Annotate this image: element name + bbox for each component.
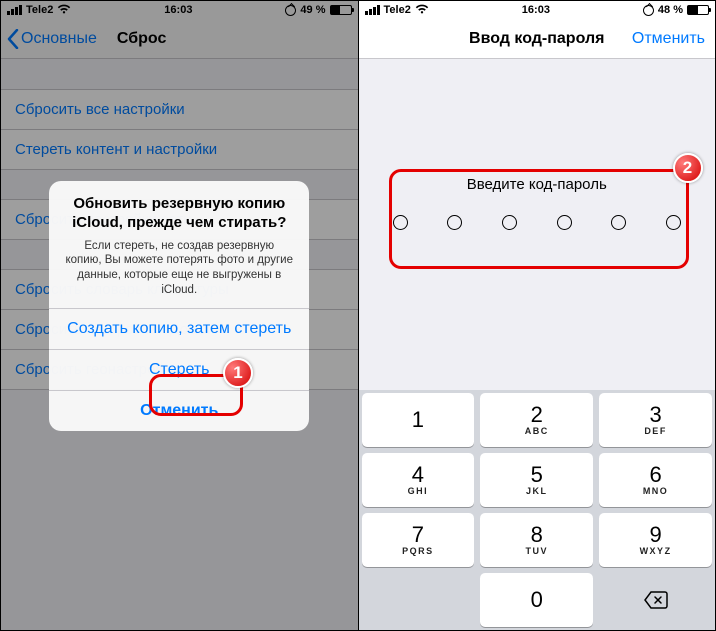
action-sheet: Обновить резервную копию iCloud, прежде … bbox=[49, 181, 309, 431]
sheet-body: Если стереть, не создав резервную копию,… bbox=[65, 239, 293, 299]
key-4[interactable]: 4GHI bbox=[362, 453, 475, 507]
step-badge-2: 2 bbox=[673, 153, 703, 183]
screen-reset: Tele2 16:03 49 % Основные Сброс Сбросить… bbox=[1, 1, 358, 630]
key-7[interactable]: 7PQRS bbox=[362, 513, 475, 567]
cancel-button[interactable]: Отменить bbox=[49, 390, 309, 431]
signal-icon bbox=[365, 5, 380, 15]
status-bar: Tele2 16:03 48 % bbox=[359, 1, 716, 19]
passcode-prompt: Введите код-пароль bbox=[375, 176, 700, 193]
key-9[interactable]: 9WXYZ bbox=[599, 513, 712, 567]
erase-button[interactable]: Стереть bbox=[49, 349, 309, 390]
cancel-button[interactable]: Отменить bbox=[632, 30, 715, 48]
passcode-area: Введите код-пароль bbox=[375, 176, 700, 230]
key-6[interactable]: 6MNO bbox=[599, 453, 712, 507]
carrier: Tele2 bbox=[384, 4, 411, 16]
nav-bar: Ввод код-пароля Отменить bbox=[359, 19, 716, 59]
key-5[interactable]: 5JKL bbox=[480, 453, 593, 507]
backspace-icon bbox=[643, 590, 669, 610]
dot bbox=[666, 215, 681, 230]
dot bbox=[502, 215, 517, 230]
screen-passcode: Tele2 16:03 48 % Ввод код-пароля Отменит… bbox=[358, 1, 716, 630]
dot bbox=[557, 215, 572, 230]
battery-icon bbox=[687, 5, 709, 15]
dot bbox=[393, 215, 408, 230]
rotation-lock-icon bbox=[643, 5, 654, 16]
key-3[interactable]: 3DEF bbox=[599, 393, 712, 447]
key-0[interactable]: 0 bbox=[480, 573, 593, 627]
dot bbox=[447, 215, 462, 230]
key-delete[interactable] bbox=[599, 573, 712, 627]
backup-then-erase-button[interactable]: Создать копию, затем стереть bbox=[49, 308, 309, 349]
key-1[interactable]: 1 bbox=[362, 393, 475, 447]
step-badge-1: 1 bbox=[223, 358, 253, 388]
sheet-title: Обновить резервную копию iCloud, прежде … bbox=[65, 195, 293, 233]
wifi-icon bbox=[415, 3, 429, 17]
key-8[interactable]: 8TUV bbox=[480, 513, 593, 567]
key-blank bbox=[362, 573, 475, 627]
clock: 16:03 bbox=[522, 4, 550, 16]
numeric-keypad: 1 2ABC 3DEF 4GHI 5JKL 6MNO 7PQRS 8TUV 9W… bbox=[359, 390, 716, 630]
battery-pct: 48 % bbox=[658, 4, 683, 16]
key-2[interactable]: 2ABC bbox=[480, 393, 593, 447]
passcode-dots bbox=[375, 215, 700, 230]
dot bbox=[611, 215, 626, 230]
